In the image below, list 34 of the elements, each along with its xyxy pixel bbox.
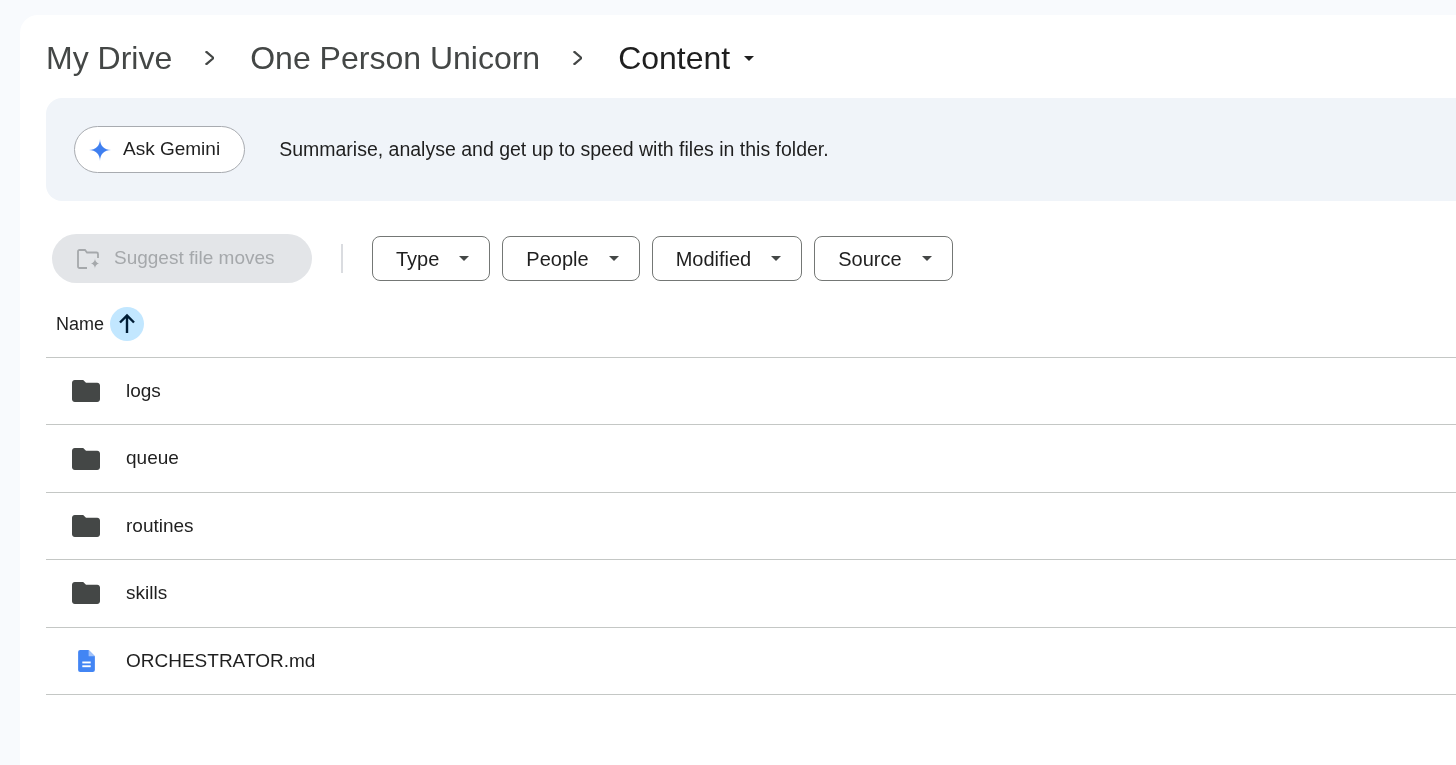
- chevron-right-icon: [205, 51, 215, 65]
- banner-text: Summarise, analyse and get up to speed with files in this folder.: [279, 136, 829, 162]
- file-row[interactable]: ORCHESTRATOR.md: [46, 627, 1456, 695]
- caret-down-icon: [744, 55, 755, 61]
- caret-down-icon: [608, 256, 619, 261]
- column-header[interactable]: Name: [56, 310, 104, 338]
- folder-icon: [72, 380, 100, 403]
- file-row[interactable]: logs: [46, 358, 1456, 426]
- file-row[interactable]: skills: [46, 560, 1456, 628]
- caret-down-icon: [459, 256, 470, 261]
- file-row[interactable]: routines: [46, 492, 1456, 561]
- breadcrumb-item[interactable]: My Drive: [46, 36, 173, 80]
- filter-chip[interactable]: Type: [372, 236, 491, 281]
- filter-chip[interactable]: Source: [814, 236, 953, 281]
- folder-icon: [72, 447, 100, 470]
- filter-chip[interactable]: Modified: [651, 236, 803, 281]
- caret-down-icon: [921, 256, 932, 261]
- file-name: ORCHESTRATOR.md: [126, 648, 316, 673]
- folder-sparkle-icon: [76, 247, 102, 270]
- caret-down-icon: [771, 256, 782, 261]
- breadcrumb-item[interactable]: Content: [618, 36, 755, 80]
- file-name: skills: [126, 581, 168, 606]
- chevron-right-icon: [573, 51, 583, 65]
- file-name: logs: [126, 378, 161, 403]
- ask-gemini-button[interactable]: Ask Gemini: [74, 126, 246, 173]
- file-name: routines: [126, 513, 194, 538]
- folder-icon: [72, 514, 100, 537]
- filter-chip[interactable]: People: [502, 236, 640, 281]
- folder-icon: [72, 582, 100, 605]
- file-row[interactable]: queue: [46, 425, 1456, 493]
- file-name: queue: [126, 446, 179, 471]
- arrow-up-icon[interactable]: [110, 307, 144, 341]
- document-icon: [77, 649, 95, 672]
- breadcrumb-item[interactable]: One Person Unicorn: [250, 36, 541, 80]
